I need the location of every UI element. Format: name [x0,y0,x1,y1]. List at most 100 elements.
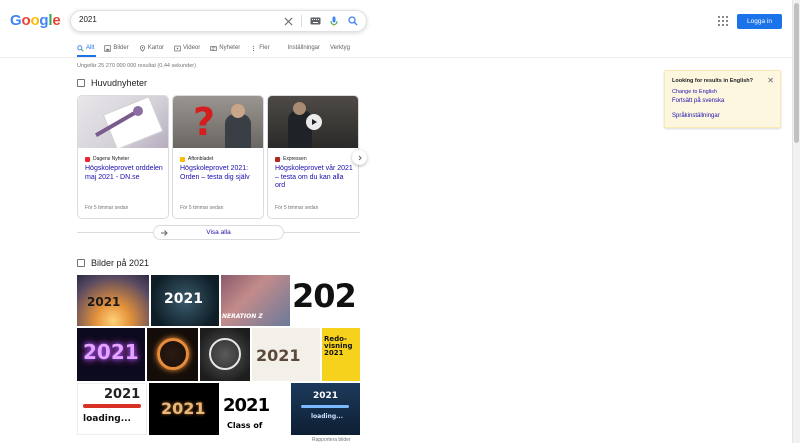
section-title-text: Huvudnyheter [91,78,148,88]
google-logo[interactable]: Google [10,12,61,29]
language-panel-title: Looking for results in English? [672,78,753,84]
image-tile-text: 2021 [87,295,121,309]
apps-grid-icon[interactable] [718,16,728,26]
source-name: Dagens Nyheter [93,156,130,162]
scrollbar-thumb[interactable] [794,3,799,143]
login-button[interactable]: Logga in [737,14,782,29]
image-tile[interactable]: 2021 Class of [221,383,289,435]
image-tile-text: Redo-visning 2021 [324,335,353,357]
image-icon [104,44,111,52]
map-pin-icon [139,44,145,52]
tab-label: Fler [259,45,270,51]
news-thumbnail [268,96,358,148]
image-tile-text: loading... [311,413,343,420]
tab-all[interactable]: Allt [77,42,94,54]
source-name: Aftonbladet [188,156,214,162]
arrow-right-icon [161,230,168,236]
tab-label: Nyheter [219,45,241,51]
image-tile-text: Class of [227,421,263,430]
tab-images[interactable]: Bilder [104,42,129,54]
tab-more[interactable]: Fler [250,42,270,54]
show-all-button[interactable]: Visa alla [153,225,284,240]
news-thumbnail [78,96,168,148]
tab-maps[interactable]: Kartor [139,42,164,54]
logo-letter: g [39,12,49,29]
tab-label: Videor [183,45,201,51]
news-carousel: Dagens Nyheter Högskoleprovet orddelen m… [77,95,360,219]
source-favicon [275,156,280,162]
result-stats: Ungefär 25 270 000 000 resultat (0,44 se… [77,63,196,69]
image-tile-text: 2021 [223,395,270,416]
image-tile[interactable]: 202 [292,275,360,326]
news-card[interactable]: Dagens Nyheter Högskoleprovet orddelen m… [77,95,169,219]
search-icon [77,44,84,52]
news-headline[interactable]: Högskoleprovet orddelen maj 2021 - DN.se [85,165,165,182]
carousel-next-button[interactable] [352,150,367,165]
image-tile-text: 2021 [164,291,203,307]
tab-label: Bilder [113,45,129,51]
image-tile[interactable]: 2021 loading... [291,383,360,435]
tab-label: Allt [86,45,95,51]
show-all-label: Visa alla [206,229,231,236]
logo-letter: e [52,12,61,29]
news-headline[interactable]: Högskoleprovet vår 2021 – testa om du ka… [275,165,355,191]
tab-settings[interactable]: Inställningar [288,42,320,54]
images-section-icon [77,259,85,267]
source-name: Expressen [283,156,307,162]
tab-label: Verktyg [330,45,351,51]
video-icon [174,45,181,51]
image-tile-text: 2021 [313,391,339,401]
news-time: För 5 timmar sedan [85,205,129,211]
news-icon [210,45,217,51]
news-source: Aftonbladet [180,156,213,162]
tab-videos[interactable]: Videor [174,42,200,54]
language-settings-link[interactable]: Språkinställningar [672,113,720,119]
image-tile[interactable]: 2021 [252,328,320,381]
news-section-icon [77,79,85,87]
close-icon[interactable]: ✕ [767,76,774,85]
report-images-link[interactable]: Rapportera bilder [312,437,351,443]
clear-icon[interactable] [282,15,294,27]
news-headline[interactable]: Högskoleprovet 2021: Orden – testa dig s… [180,165,260,182]
more-vert-icon [253,45,255,51]
keyboard-icon[interactable] [309,15,321,27]
image-tile[interactable]: Redo-visning 2021 [322,328,360,381]
chevron-right-icon [358,155,362,160]
source-favicon [180,156,185,162]
search-box-icons [282,15,359,27]
search-box-divider [301,15,302,27]
image-tile[interactable]: 2021 loading... [77,383,147,435]
logo-letter: G [10,12,22,29]
search-input[interactable] [79,15,279,24]
tab-news[interactable]: Nyheter [210,42,240,54]
image-tile-text: 2021 [83,340,139,364]
microphone-icon[interactable] [328,15,340,27]
news-card[interactable]: ? Aftonbladet Högskoleprovet 2021: Orden… [172,95,264,219]
news-section-title: Huvudnyheter [77,78,147,88]
logo-letter: o [30,12,40,29]
image-tile[interactable] [200,328,250,381]
news-thumbnail: ? [173,96,263,148]
source-favicon [85,156,90,162]
image-tile[interactable]: 2021 [149,383,219,435]
news-card[interactable]: Expressen Högskoleprovet vår 2021 – test… [267,95,359,219]
play-icon[interactable] [306,114,322,130]
tab-tools[interactable]: Verktyg [330,42,350,54]
image-tile[interactable]: 2021 [151,275,219,326]
tab-label: Kartor [147,45,165,51]
image-tile-text: 202 [292,277,357,315]
logo-letter: o [21,12,31,29]
image-tile[interactable]: 2021 [77,275,149,326]
image-tile[interactable]: NERATION Z [221,275,290,326]
continue-swedish-link[interactable]: Fortsätt på svenska [672,98,724,104]
news-source: Expressen [275,156,307,162]
image-tile-text: NERATION Z [222,313,263,320]
image-tile-text: 2021 [256,346,301,365]
change-to-english-link[interactable]: Change to English [672,89,717,95]
search-icon[interactable] [347,15,359,27]
search-box [70,10,367,32]
image-tile[interactable]: 2021 [77,328,145,381]
image-tile-text: loading... [83,414,131,424]
news-source: Dagens Nyheter [85,156,129,162]
image-tile[interactable] [147,328,198,381]
